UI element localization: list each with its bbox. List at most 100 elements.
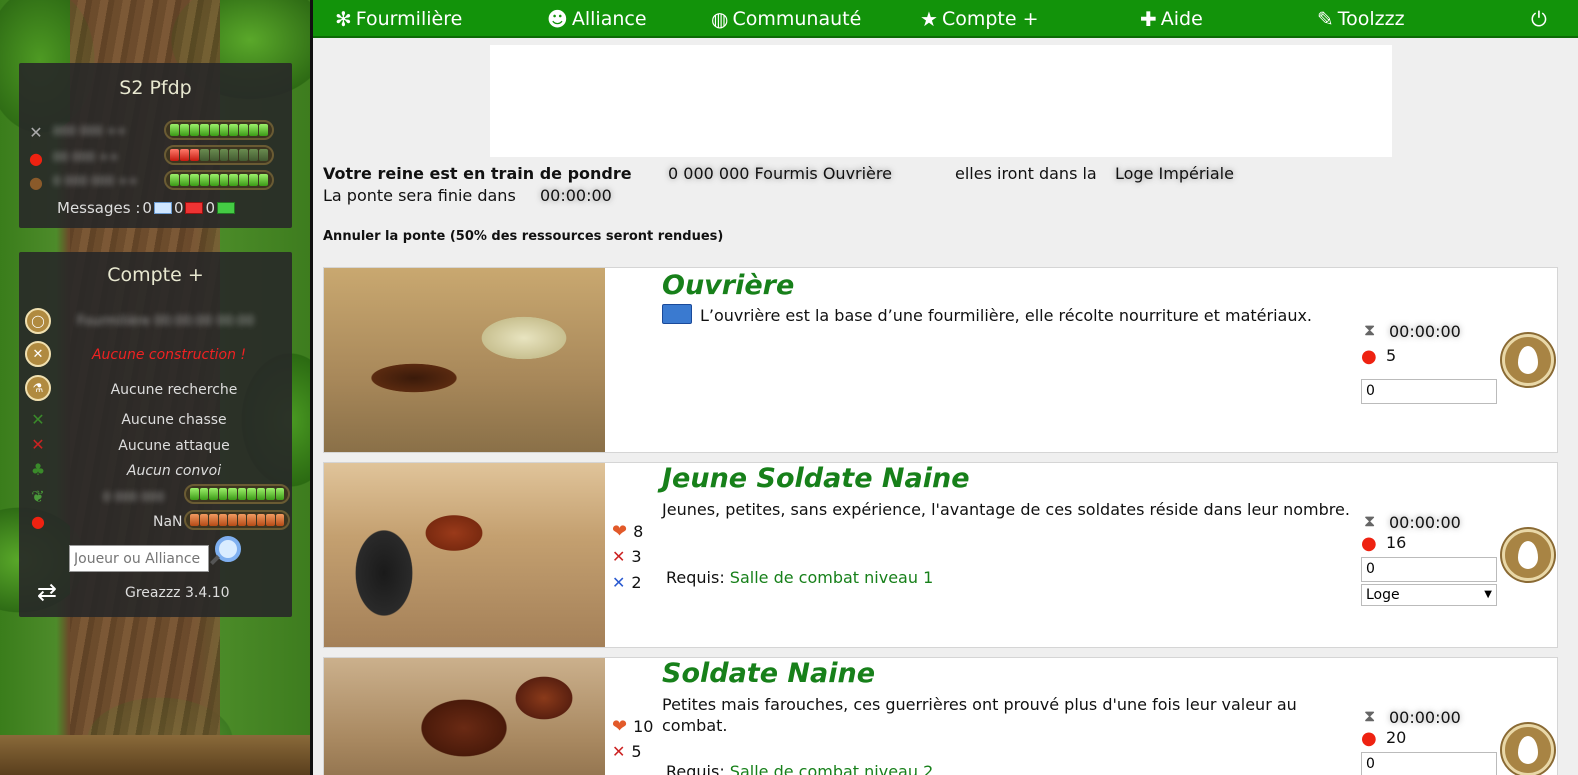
top-navigation: ✻ Fourmilière ☻ Alliance ◍ Communauté ★ … xyxy=(313,0,1578,38)
messages-label: Messages : xyxy=(57,199,141,217)
colony-panel: S2 Pfdp ✕ 000 000 ++ ● 00 000 ++ ● 0 000… xyxy=(19,63,292,228)
egg-icon: ◯ xyxy=(25,308,51,334)
laying-destination-label: elles iront dans la xyxy=(955,164,1097,183)
resource-bar xyxy=(164,120,274,140)
mail-green-icon xyxy=(217,202,236,214)
food-bar xyxy=(164,145,274,165)
no-research: Aucune recherche xyxy=(110,382,238,398)
hourglass-icon: ⧗ xyxy=(1364,511,1376,530)
unit-name: Soldate Naine xyxy=(662,658,876,689)
unit-food-cost: 16 xyxy=(1386,533,1407,552)
apple-icon: ● xyxy=(1361,728,1377,749)
life-stat: ❤ 10 xyxy=(612,716,654,737)
plant-icon: ❦ xyxy=(31,486,45,506)
nav-fourmiliere[interactable]: ✻ Fourmilière xyxy=(335,7,462,31)
nan-value: NaN xyxy=(153,514,183,530)
apple-icon: ● xyxy=(29,148,43,168)
nav-communaute[interactable]: ◍ Communauté xyxy=(711,7,861,31)
research-icon: ⚗ xyxy=(25,375,51,401)
no-hunt: Aucune chasse xyxy=(121,412,227,428)
laying-quantity: 0 000 000 Fourmis Ouvrière xyxy=(668,164,892,183)
unit-description: Jeunes, petites, sans expérience, l'avan… xyxy=(662,500,1350,519)
refresh-icon[interactable]: ⇄ xyxy=(37,578,57,606)
laying-status: Votre reine est en train de pondre xyxy=(323,164,632,183)
requirement-link[interactable]: Salle de combat niveau 1 xyxy=(730,568,933,587)
quantity-input[interactable]: 0 xyxy=(1361,752,1497,775)
attack-stat: ✕ 5 xyxy=(612,742,642,761)
attack-stat: ✕ 3 xyxy=(612,547,642,566)
search-handle xyxy=(210,555,220,565)
convoy-icon: ♣ xyxy=(30,459,46,479)
plant-value: 0 000 000 xyxy=(103,490,165,504)
no-convoy: Aucun convoi xyxy=(126,463,222,479)
unit-time: 00:00:00 xyxy=(1389,322,1461,341)
messages-row[interactable]: Messages : 0 0 0 xyxy=(57,199,236,217)
version-label: Greazzz 3.4.10 xyxy=(125,585,230,601)
lay-button[interactable] xyxy=(1502,724,1554,775)
unit-food-cost: 20 xyxy=(1386,728,1407,747)
no-attack: Aucune attaque xyxy=(118,438,230,454)
nav-compte-plus[interactable]: ★ Compte + xyxy=(920,7,1039,31)
hourglass-icon: ⧗ xyxy=(1364,706,1376,725)
unit-food-cost: 5 xyxy=(1386,346,1397,365)
divider xyxy=(310,0,313,775)
unit-name: Jeune Soldate Naine xyxy=(662,463,970,494)
defense-stat: ✕ 2 xyxy=(612,573,642,592)
unit-jeune-soldate-naine: Jeune Soldate Naine Jeunes, petites, san… xyxy=(323,462,1558,648)
quantity-input[interactable]: 0 xyxy=(1361,379,1497,404)
nav-alliance[interactable]: ☻ Alliance xyxy=(547,7,647,31)
attack-icon: ✕ xyxy=(612,547,626,566)
attack-icon: ✕ xyxy=(31,434,45,454)
laying-destination: Loge Impériale xyxy=(1115,164,1234,183)
life-stat: ❤ 8 xyxy=(612,521,644,542)
nav-aide[interactable]: ✚ Aide xyxy=(1140,7,1203,31)
compte-panel: Compte + ◯ Fourmilière 00:00:00 00:00 ✕ … xyxy=(19,252,292,617)
lay-button[interactable] xyxy=(1502,529,1554,581)
requirement-link[interactable]: Salle de combat niveau 2 xyxy=(730,762,933,775)
lay-button[interactable] xyxy=(1502,334,1554,386)
hourglass-icon: ⧗ xyxy=(1364,320,1376,339)
ad-banner xyxy=(490,45,1392,157)
wood-bar xyxy=(164,170,274,190)
defense-icon: ✕ xyxy=(612,573,626,592)
resource-value: 0 000 000 ++ xyxy=(53,174,138,188)
laying-finish-time: 00:00:00 xyxy=(540,186,612,205)
hunt-icon: ✕ xyxy=(31,409,45,429)
cancel-laying-link[interactable]: Annuler la ponte (50% des ressources ser… xyxy=(323,229,723,244)
people-icon: ☻ xyxy=(547,7,568,31)
resource-value: 000 000 ++ xyxy=(53,124,127,138)
star-icon: ★ xyxy=(920,7,938,31)
apple-icon: ● xyxy=(1361,533,1377,554)
medkit-icon: ✚ xyxy=(1140,7,1157,31)
requirement: Requis: Salle de combat niveau 1 xyxy=(666,568,934,587)
compte-title: Compte + xyxy=(107,264,204,286)
attack-icon: ✕ xyxy=(612,742,626,761)
quantity-input[interactable]: 0 xyxy=(1361,557,1497,582)
resource-value: 00 000 ++ xyxy=(53,150,119,164)
unit-time: 00:00:00 xyxy=(1389,708,1461,727)
no-construction: Aucune construction ! xyxy=(91,347,247,363)
ground xyxy=(0,735,313,775)
search-input[interactable] xyxy=(69,545,209,572)
construction-icon: ✕ xyxy=(25,341,51,367)
colony-title: S2 Pfdp xyxy=(119,77,192,99)
ouvriere-photo xyxy=(324,268,605,452)
laying-finish-label: La ponte sera finie dans xyxy=(323,186,516,205)
unit-ouvriere: Ouvrière L’ouvrière est la base d’une fo… xyxy=(323,267,1558,453)
sn-photo xyxy=(324,658,605,775)
jsn-photo xyxy=(324,463,605,647)
apple-icon: ● xyxy=(31,511,45,531)
tool-icon: ✎ xyxy=(1317,7,1334,31)
planet-icon: ◍ xyxy=(711,7,729,31)
tools-icon: ✕ xyxy=(29,122,43,142)
destination-select[interactable]: Loge ▼ xyxy=(1361,584,1497,606)
unit-description: Petites mais farouches, ces guerrières o… xyxy=(662,695,1297,735)
nav-toolzzz[interactable]: ✎ Toolzzz xyxy=(1317,7,1405,31)
chevron-down-icon: ▼ xyxy=(1484,589,1492,600)
power-icon[interactable]: ⏻ xyxy=(1531,7,1547,31)
mail-red-icon xyxy=(185,202,204,214)
unit-description: L’ouvrière est la base d’une fourmilière… xyxy=(700,306,1313,325)
requirement: Requis: Salle de combat niveau 2 xyxy=(666,762,933,775)
wood-icon: ● xyxy=(29,172,43,192)
unit-soldate-naine: Soldate Naine Petites mais farouches, ce… xyxy=(323,657,1558,775)
